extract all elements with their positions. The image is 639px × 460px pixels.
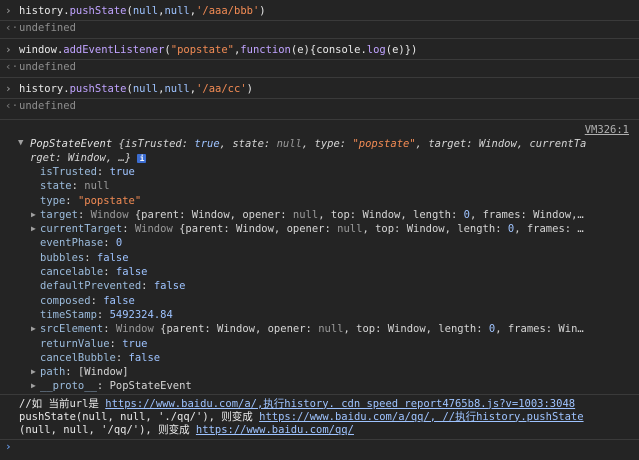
property-row: cancelBubble: false bbox=[40, 351, 161, 364]
property-row: eventPhase: 0 bbox=[40, 237, 123, 250]
expand-caret-icon[interactable]: ▶ bbox=[31, 379, 36, 393]
note-link[interactable]: https://www.baidu.com/a/qq/, //执行history… bbox=[259, 411, 583, 423]
info-icon[interactable]: i bbox=[137, 154, 147, 163]
prompt-icon: › bbox=[5, 4, 12, 17]
property-key: state bbox=[40, 180, 72, 193]
note-text: (null, null, '/qq/'), 则变成 bbox=[19, 423, 196, 436]
property-row: state: null bbox=[40, 180, 110, 193]
expand-caret-icon[interactable]: ▶ bbox=[31, 222, 36, 236]
property-value: false bbox=[103, 294, 135, 307]
property-row: isTrusted: true bbox=[40, 166, 135, 178]
devtools-console: › history.pushState(null,null,'/aaa/bbb'… bbox=[0, 0, 639, 460]
property-key: timeStamp bbox=[40, 308, 97, 321]
property-key: target bbox=[40, 208, 78, 221]
property-row[interactable]: ▶ srcElement: Window {parent: Window, ope… bbox=[31, 322, 631, 336]
property-value: Window {parent: Window, opener: null, to… bbox=[90, 208, 584, 221]
command-text: history.pushState(null,null,'/aaa/bbb') bbox=[19, 5, 266, 17]
return-icon: ‹· bbox=[5, 99, 19, 112]
property-key: defaultPrevented bbox=[40, 280, 142, 293]
event-summary[interactable]: PopStateEvent {isTrusted: true, state: n… bbox=[30, 137, 631, 165]
command-text: window.addEventListener("popstate",funct… bbox=[19, 44, 418, 56]
property-value: 5492324.84 bbox=[109, 308, 173, 321]
property-row[interactable]: ▶ __proto__: PopStateEvent bbox=[31, 379, 631, 393]
property-key: type bbox=[40, 194, 66, 207]
property-row: cancelable: false bbox=[40, 266, 148, 279]
property-value: false bbox=[128, 351, 161, 364]
property-row: bubbles: false bbox=[40, 251, 129, 264]
result-text: undefined bbox=[19, 61, 76, 73]
prompt-icon: › bbox=[5, 82, 12, 95]
note-link[interactable]: https://www.baidu.com/qq/ bbox=[196, 424, 354, 436]
console-input[interactable]: › bbox=[0, 440, 639, 456]
property-row[interactable]: ▶ target: Window {parent: Window, opener:… bbox=[31, 208, 631, 222]
property-key: cancelable bbox=[40, 266, 104, 279]
property-value: true bbox=[109, 166, 135, 178]
property-row[interactable]: ▶ path: [Window] bbox=[31, 365, 631, 379]
return-icon: ‹· bbox=[5, 21, 19, 34]
property-row: composed: false bbox=[40, 294, 135, 307]
property-value: Window {parent: Window, opener: null, to… bbox=[115, 323, 584, 336]
property-value: true bbox=[122, 337, 148, 350]
property-list: isTrusted: true state: null type: "popstat… bbox=[30, 165, 631, 394]
property-key: __proto__ bbox=[40, 380, 97, 393]
property-key: eventPhase bbox=[40, 237, 104, 250]
prompt-icon: › bbox=[5, 43, 12, 56]
expand-caret-icon[interactable]: ▶ bbox=[31, 322, 36, 336]
property-key: bubbles bbox=[40, 251, 85, 264]
result-text: undefined bbox=[19, 22, 76, 34]
property-key: cancelBubble bbox=[40, 351, 116, 364]
property-key: isTrusted bbox=[40, 166, 97, 178]
expand-triangle-icon[interactable]: ▼ bbox=[18, 138, 23, 148]
property-key: path bbox=[40, 366, 66, 379]
property-row: timeStamp: 5492324.84 bbox=[40, 308, 173, 321]
property-value: PopStateEvent bbox=[109, 380, 192, 393]
expand-caret-icon[interactable]: ▶ bbox=[31, 365, 36, 379]
property-key: composed bbox=[40, 294, 91, 307]
property-value: false bbox=[153, 280, 186, 293]
command-text: history.pushState(null,null,'/aa/cc') bbox=[19, 83, 253, 95]
comment-note: //如 当前url是 https://www.baidu.com/a/,执行hi… bbox=[0, 395, 639, 440]
console-result-2: ‹· undefined bbox=[0, 60, 639, 78]
property-row: type: "popstate" bbox=[40, 194, 142, 207]
result-text: undefined bbox=[19, 100, 76, 112]
expand-caret-icon[interactable]: ▶ bbox=[31, 208, 36, 222]
property-value: Window {parent: Window, opener: null, to… bbox=[134, 223, 584, 236]
property-row[interactable]: ▶ currentTarget: Window {parent: Window, … bbox=[31, 222, 631, 236]
property-value: null bbox=[84, 180, 110, 193]
console-log-entry: VM326:1 ▼ PopStateEvent {isTrusted: true… bbox=[0, 120, 639, 395]
note-text: //如 当前url是 bbox=[19, 397, 106, 410]
console-result-1: ‹· undefined bbox=[0, 21, 639, 39]
property-key: returnValue bbox=[40, 337, 110, 350]
note-link[interactable]: https://www.baidu.com/a/,执行history. cdn … bbox=[105, 398, 575, 410]
console-result-3: ‹· undefined bbox=[0, 99, 639, 120]
property-value: false bbox=[115, 266, 148, 279]
source-link[interactable]: VM326:1 bbox=[585, 124, 629, 136]
property-value: "popstate" bbox=[77, 194, 142, 207]
property-key: srcElement bbox=[40, 323, 104, 336]
property-value: 0 bbox=[115, 237, 123, 250]
return-icon: ‹· bbox=[5, 60, 19, 73]
console-command-2[interactable]: › window.addEventListener("popstate",fun… bbox=[0, 39, 639, 60]
property-value: [Window] bbox=[77, 366, 129, 379]
property-row: returnValue: true bbox=[40, 337, 148, 350]
console-command-1[interactable]: › history.pushState(null,null,'/aaa/bbb'… bbox=[0, 0, 639, 21]
property-value: false bbox=[96, 251, 129, 264]
note-text: pushState(null, null, './qq/'), 则变成 bbox=[19, 410, 260, 423]
property-row: defaultPrevented: false bbox=[40, 280, 186, 293]
console-command-3[interactable]: › history.pushState(null,null,'/aa/cc') bbox=[0, 78, 639, 99]
property-key: currentTarget bbox=[40, 223, 123, 236]
prompt-icon: › bbox=[5, 439, 12, 453]
